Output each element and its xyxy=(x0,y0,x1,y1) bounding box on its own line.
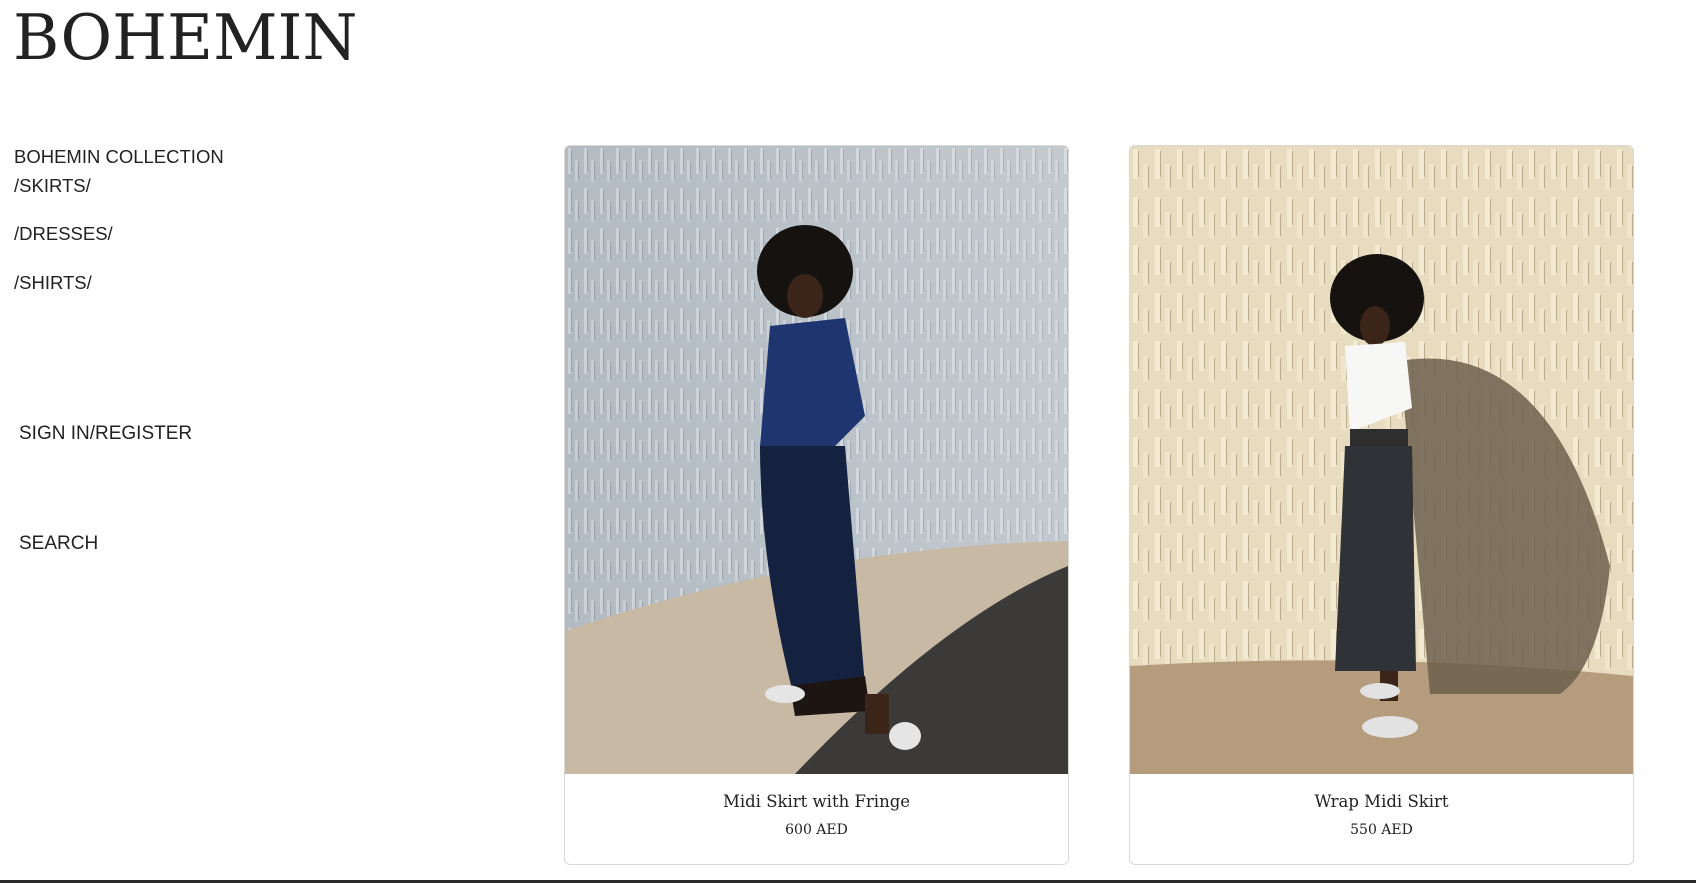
collection-heading[interactable]: BOHEMIN COLLECTION xyxy=(14,146,314,168)
product-card[interactable]: Wrap Midi Skirt 550 AED xyxy=(1129,145,1634,865)
signin-register-link[interactable]: SIGN IN/REGISTER xyxy=(19,423,192,445)
product-name[interactable]: Wrap Midi Skirt xyxy=(1130,792,1633,811)
product-name[interactable]: Midi Skirt with Fringe xyxy=(565,792,1068,811)
product-image[interactable] xyxy=(565,146,1068,774)
product-photo-navy-fringe xyxy=(565,146,1068,774)
sidebar-item-dresses[interactable]: /DRESSES/ xyxy=(14,223,314,245)
sidebar-item-shirts[interactable]: /SHIRTS/ xyxy=(14,272,314,294)
product-price: 550 AED xyxy=(1350,822,1413,838)
product-card[interactable]: Midi Skirt with Fringe 600 AED xyxy=(564,145,1069,865)
product-price: 600 AED xyxy=(785,822,848,838)
product-caption: Wrap Midi Skirt 550 AED xyxy=(1130,774,1633,838)
product-photo-wrap-skirt xyxy=(1130,146,1633,774)
sidebar-nav: BOHEMIN COLLECTION /SKIRTS/ /DRESSES/ /S… xyxy=(14,146,314,294)
search-link[interactable]: SEARCH xyxy=(19,533,98,555)
product-caption: Midi Skirt with Fringe 600 AED xyxy=(565,774,1068,838)
brand-logo[interactable]: BOHEMIN xyxy=(13,1,358,74)
product-image[interactable] xyxy=(1130,146,1633,774)
sidebar-item-skirts[interactable]: /SKIRTS/ xyxy=(14,175,314,197)
page: BOHEMIN BOHEMIN COLLECTION /SKIRTS/ /DRE… xyxy=(0,0,1696,883)
